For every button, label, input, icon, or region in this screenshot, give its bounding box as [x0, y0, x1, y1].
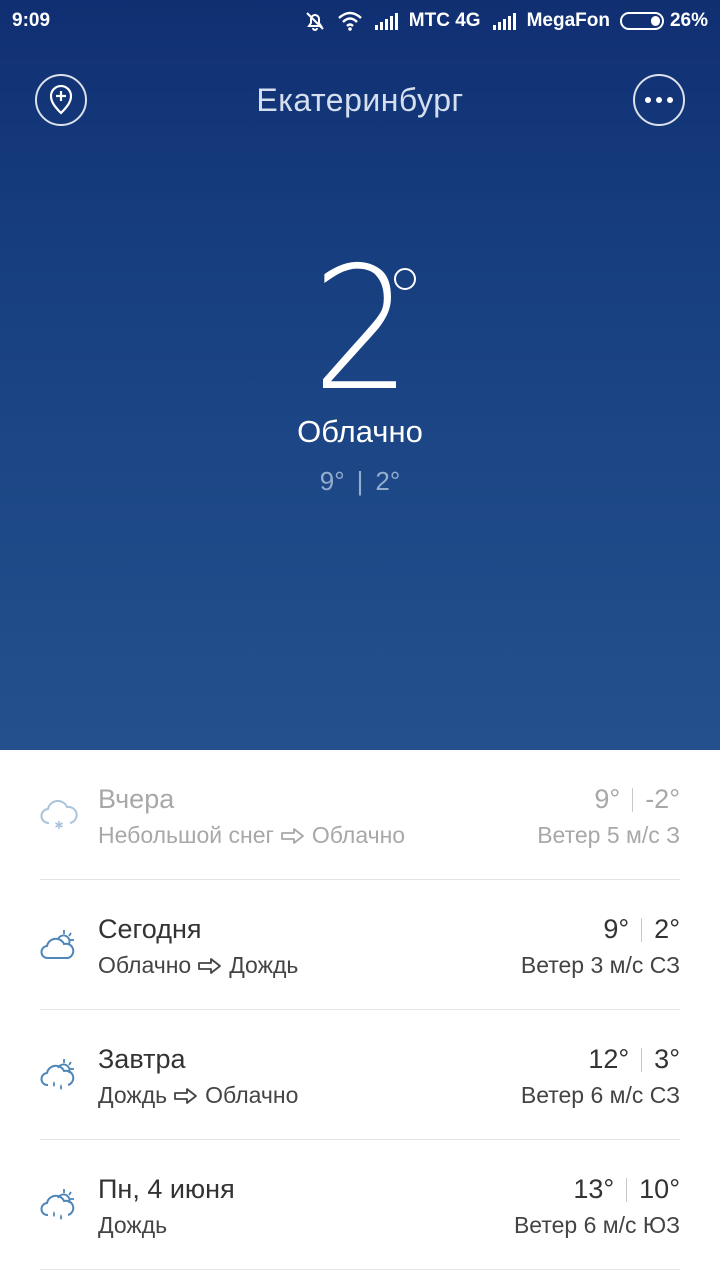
- forecast-list: Вчера Небольшой снег Облачно 9° -2° Вете…: [40, 750, 680, 1270]
- forecast-from: Облачно: [98, 952, 192, 978]
- carrier-2: MegaFon: [526, 10, 610, 31]
- signal-icon-1: [374, 13, 398, 30]
- forecast-wind: Ветер 6 м/с ЮЗ: [513, 1212, 680, 1238]
- partly-cloudy-icon: [40, 930, 75, 959]
- temp-divider: [632, 787, 634, 812]
- battery-icon: [619, 12, 664, 30]
- forecast-day: Вчера: [98, 784, 175, 814]
- degree-symbol: [394, 268, 416, 290]
- low-temp: 2°: [375, 466, 401, 496]
- forecast-wind: Ветер 3 м/с СЗ: [520, 952, 680, 978]
- forecast-row-day-4[interactable]: Пн, 4 июня Дождь 13° 10° Ветер 6 м/с ЮЗ: [40, 1140, 680, 1270]
- forecast-from: Дождь: [98, 1212, 168, 1238]
- forecast-low: 2°: [654, 914, 680, 944]
- forecast-temps: 9° -2°: [594, 784, 680, 815]
- high-low: 9° | 2°: [0, 466, 720, 497]
- high-low-separator: |: [356, 466, 364, 496]
- wifi-icon: [337, 11, 362, 31]
- forecast-high: 13°: [573, 1174, 615, 1204]
- more-dots-icon: [645, 97, 673, 103]
- forecast-high: 9°: [594, 784, 621, 814]
- temp-divider: [626, 1177, 628, 1202]
- status-time: 9:09: [12, 10, 51, 31]
- forecast-description: Облачно Дождь: [98, 952, 298, 979]
- forecast-wind: Ветер 5 м/с З: [537, 822, 680, 848]
- snow-cloud-icon: [40, 799, 78, 829]
- more-options-button[interactable]: [633, 74, 685, 126]
- temp-divider: [641, 917, 643, 942]
- battery: 26%: [619, 10, 708, 32]
- muted-bell-icon: [306, 12, 324, 31]
- forecast-temps: 9° 2°: [603, 914, 680, 945]
- weather-hero: 9:09 МТС 4G MegaFon 26% Екатеринбург 2 О…: [0, 0, 720, 750]
- forecast-to: Дождь: [229, 952, 299, 978]
- forecast-row-yesterday[interactable]: Вчера Небольшой снег Облачно 9° -2° Вете…: [40, 750, 680, 880]
- battery-percent: 26%: [669, 10, 708, 31]
- forecast-from: Дождь: [98, 1082, 168, 1108]
- current-condition: Облачно: [297, 414, 423, 449]
- forecast-row-tomorrow[interactable]: Завтра Дождь Облачно 12° 3° Ветер 6 м/с …: [40, 1010, 680, 1140]
- forecast-to: Облачно: [205, 1082, 299, 1108]
- battery-fill: [650, 16, 660, 26]
- carrier-1: МТС 4G: [408, 10, 481, 31]
- forecast-description: Дождь Облачно: [98, 1082, 298, 1109]
- arrow-right-icon: [174, 1087, 198, 1104]
- rain-cloud-icon: [40, 1059, 75, 1090]
- forecast-low: -2°: [645, 784, 680, 814]
- signal-icon-2: [492, 13, 516, 30]
- forecast-temps: 13° 10°: [573, 1174, 680, 1205]
- current-temperature: 2: [0, 245, 720, 415]
- forecast-day: Завтра: [98, 1044, 186, 1074]
- forecast-day: Сегодня: [98, 914, 202, 944]
- forecast-day: Пн, 4 июня: [98, 1174, 235, 1204]
- arrow-right-icon: [280, 827, 304, 844]
- rain-cloud-icon: [40, 1189, 75, 1220]
- forecast-to: Облачно: [311, 822, 406, 848]
- temperature-value: 2: [312, 231, 412, 429]
- forecast-temps: 12° 3°: [588, 1044, 680, 1075]
- city-name: Екатеринбург: [256, 82, 464, 118]
- forecast-from: Небольшой снег: [98, 822, 274, 848]
- forecast-row-today[interactable]: Сегодня Облачно Дождь 9° 2° Ветер 3 м/с …: [40, 880, 680, 1010]
- forecast-low: 10°: [639, 1174, 680, 1204]
- forecast-high: 12°: [588, 1044, 630, 1074]
- temp-divider: [641, 1047, 643, 1072]
- forecast-high: 9°: [603, 914, 630, 944]
- forecast-low: 3°: [654, 1044, 680, 1074]
- status-bar: 9:09 МТС 4G MegaFon 26%: [0, 0, 720, 44]
- status-icons: МТС 4G MegaFon 26%: [303, 6, 708, 36]
- forecast-description: Небольшой снег Облачно: [98, 822, 405, 849]
- arrow-right-icon: [198, 957, 222, 974]
- high-temp: 9°: [319, 466, 345, 496]
- forecast-description: Дождь: [98, 1212, 167, 1239]
- forecast-wind: Ветер 6 м/с СЗ: [520, 1082, 680, 1108]
